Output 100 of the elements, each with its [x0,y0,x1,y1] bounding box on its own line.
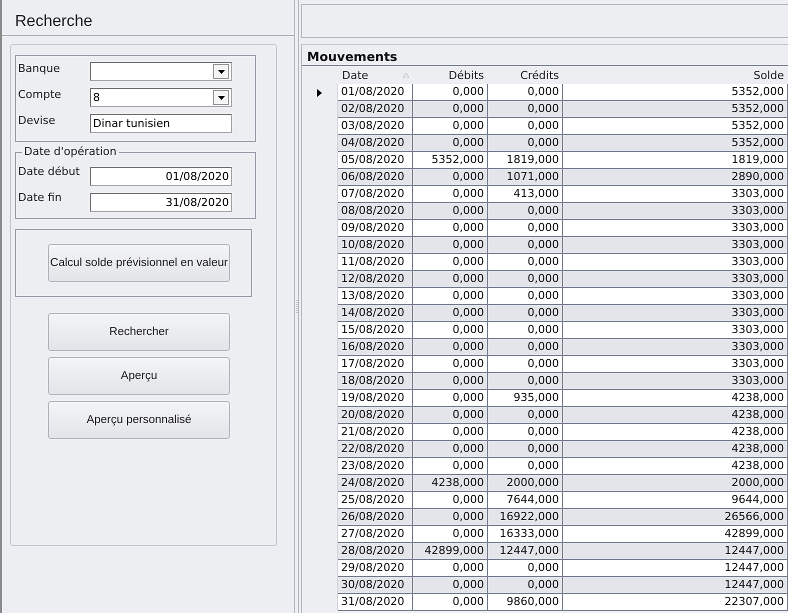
table-cell: 4238,000 [563,424,788,441]
table-cell: 16333,000 [488,526,563,543]
table-cell: 1819,000 [563,152,788,169]
table-cell: 0,000 [413,407,488,424]
table-cell: 14/08/2020 [338,305,413,322]
table-cell: 0,000 [488,458,563,475]
table-cell: 0,000 [413,169,488,186]
table-cell: 0,000 [488,203,563,220]
action-button[interactable]: Aperçu personnalisé [48,401,230,439]
table-cell: 12447,000 [563,577,788,594]
table-cell: 0,000 [413,424,488,441]
table-cell: 3303,000 [563,356,788,373]
table-cell: 28/08/2020 [338,543,413,560]
table-cell: 29/08/2020 [338,560,413,577]
table-cell: 0,000 [488,373,563,390]
table-cell: 0,000 [413,492,488,509]
table-cell: 0,000 [413,118,488,135]
table-cell: 12447,000 [563,560,788,577]
table-cell: 0,000 [488,322,563,339]
table-cell: 16/08/2020 [338,339,413,356]
column-header[interactable]: Crédits [520,68,559,82]
table-cell: 0,000 [413,526,488,543]
column-header[interactable]: Date [342,68,368,82]
column-header[interactable]: Solde [753,68,784,82]
table-cell: 9860,000 [488,594,563,611]
table-cell: 0,000 [413,594,488,611]
table-cell: 5352,000 [563,135,788,152]
calculate-button[interactable]: Calcul solde prévisionnel en valeur [48,244,230,282]
column-header[interactable]: Débits [448,68,484,82]
table-cell: 0,000 [413,390,488,407]
table-cell: 0,000 [413,339,488,356]
table-cell: 0,000 [488,84,563,101]
table-cell: 12/08/2020 [338,271,413,288]
table-cell: 07/08/2020 [338,186,413,203]
caret-icon [218,70,224,74]
table-cell: 0,000 [413,577,488,594]
table-cell: 3303,000 [563,220,788,237]
field-label: Date fin [18,191,63,204]
table-cell: 5352,000 [563,84,788,101]
table-title: Mouvements [302,45,788,66]
action-button[interactable]: Rechercher [48,313,230,351]
table-cell: 0,000 [413,101,488,118]
table-cell: 0,000 [413,84,488,101]
table-cell: 3303,000 [563,203,788,220]
table-cell: 3303,000 [563,186,788,203]
table-cell: 0,000 [413,135,488,152]
table-cell: 0,000 [488,441,563,458]
table-cell: 12447,000 [488,543,563,560]
table-cell: 5352,000 [563,101,788,118]
table-cell: 0,000 [488,577,563,594]
table-cell: 3303,000 [563,305,788,322]
table-cell: 0,000 [488,237,563,254]
table-cell: 11/08/2020 [338,254,413,271]
table-cell: 2000,000 [488,475,563,492]
table-cell: 1819,000 [488,152,563,169]
table-cell: 4238,000 [563,407,788,424]
table-cell: 0,000 [488,101,563,118]
dropdown-field[interactable] [90,62,232,81]
table-cell: 3303,000 [563,271,788,288]
table-cell: 0,000 [413,271,488,288]
table-cell: 0,000 [488,424,563,441]
table-cell: 30/08/2020 [338,577,413,594]
table-cell: 12447,000 [563,543,788,560]
table-cell: 26/08/2020 [338,509,413,526]
table-cell: 0,000 [488,118,563,135]
table-cell: 25/08/2020 [338,492,413,509]
table-cell: 21/08/2020 [338,424,413,441]
table-cell: 0,000 [413,441,488,458]
table-cell: 22307,000 [563,594,788,611]
table-cell: 31/08/2020 [338,594,413,611]
table-cell: 3303,000 [563,288,788,305]
table-cell: 0,000 [413,305,488,322]
table-cell: 15/08/2020 [338,322,413,339]
table-cell: 4238,000 [563,390,788,407]
table-cell: 27/08/2020 [338,526,413,543]
table-cell: 23/08/2020 [338,458,413,475]
table-cell: 0,000 [488,305,563,322]
group-legend: Date d'opération [22,145,119,158]
table-cell: 08/08/2020 [338,203,413,220]
caret-icon [218,96,224,100]
date-field[interactable]: 01/08/2020 [90,167,232,186]
table-cell: 13/08/2020 [338,288,413,305]
table-cell: 26566,000 [563,509,788,526]
table-cell: 06/08/2020 [338,169,413,186]
dropdown-field[interactable]: 8 [90,88,232,107]
table-cell: 0,000 [488,288,563,305]
table-cell: 0,000 [488,339,563,356]
table-cell: 16922,000 [488,509,563,526]
table-cell: 0,000 [488,356,563,373]
sort-icon [403,72,409,78]
action-button[interactable]: Aperçu [48,357,230,395]
table-cell: 03/08/2020 [338,118,413,135]
table-cell: 42899,000 [563,526,788,543]
table-cell: 0,000 [413,509,488,526]
input-field[interactable]: Dinar tunisien [90,114,232,133]
table-cell: 0,000 [413,186,488,203]
date-field[interactable]: 31/08/2020 [90,193,232,212]
field-label: Devise [18,114,56,127]
table-cell: 0,000 [413,560,488,577]
table-cell: 24/08/2020 [338,475,413,492]
